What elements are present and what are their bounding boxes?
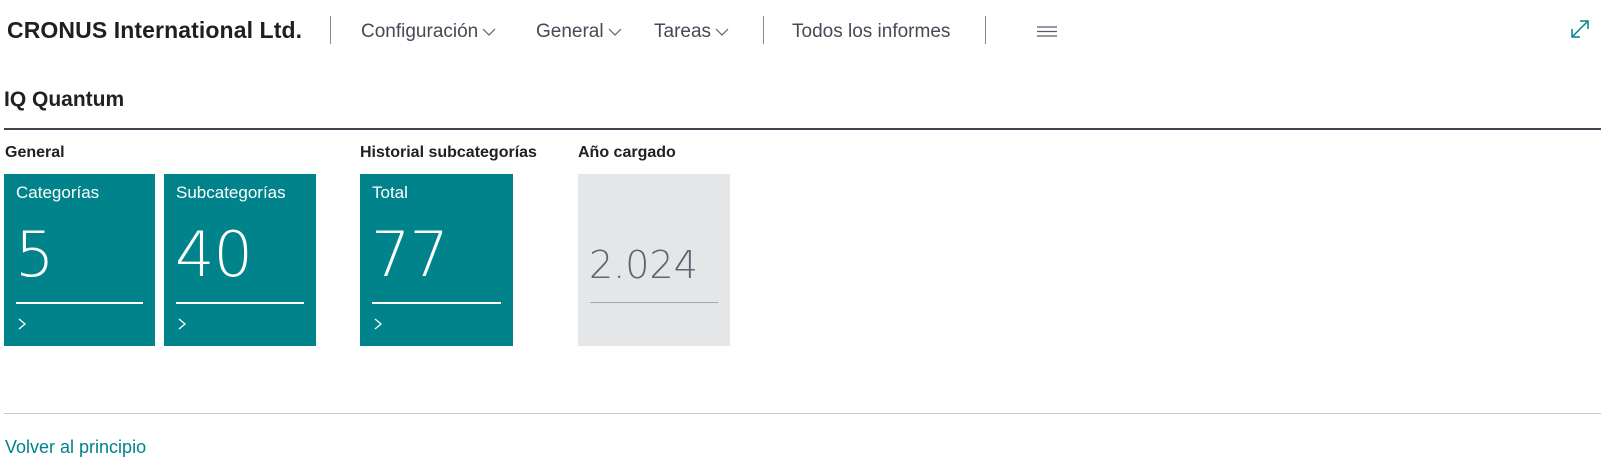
- role-center-page: CRONUS International Ltd. Configuración …: [0, 0, 1601, 471]
- nav-menu-label: General: [536, 21, 604, 42]
- expand-diagonal-icon[interactable]: [1569, 18, 1591, 40]
- tile-total[interactable]: Total 77: [360, 174, 513, 346]
- chevron-down-icon: [715, 28, 729, 36]
- title-divider: [4, 128, 1601, 130]
- nav-separator: [330, 16, 331, 44]
- chevron-down-icon: [608, 28, 622, 36]
- chevron-right-icon: [374, 318, 383, 330]
- nav-menu-label: Tareas: [654, 21, 712, 42]
- tile-divider: [372, 302, 501, 304]
- tile-label: Total: [372, 183, 408, 202]
- group-label-ano-cargado: Año cargado: [578, 144, 676, 161]
- nav-menu-label: Todos los informes: [792, 21, 951, 42]
- tile-value: 2.024: [589, 243, 698, 287]
- tile-categorias[interactable]: Categorías 5: [4, 174, 155, 346]
- nav-all-reports-link[interactable]: Todos los informes: [792, 21, 950, 43]
- footer-divider: [4, 413, 1601, 414]
- nav-menu-label: Configuración: [361, 21, 479, 42]
- tile-value: 5: [15, 218, 54, 291]
- tile-label: Categorías: [16, 183, 100, 202]
- tile-subcategorias[interactable]: Subcategorías 40: [164, 174, 316, 346]
- tile-divider: [590, 302, 718, 303]
- chevron-right-icon: [18, 318, 27, 330]
- group-label-historial-subcategorias: Historial subcategorías: [360, 144, 537, 161]
- tile-divider: [16, 302, 143, 304]
- back-to-top-link[interactable]: Volver al principio: [5, 437, 146, 458]
- nav-separator: [763, 16, 764, 44]
- tile-label: Subcategorías: [176, 183, 286, 202]
- tile-value: 40: [175, 218, 253, 291]
- tile-divider: [176, 302, 304, 304]
- page-title: IQ Quantum: [4, 88, 125, 111]
- company-name[interactable]: CRONUS International Ltd.: [7, 17, 302, 44]
- nav-menu-tareas[interactable]: Tareas: [654, 21, 729, 43]
- nav-menu-general[interactable]: General: [536, 21, 622, 43]
- navigation-bar: CRONUS International Ltd. Configuración …: [0, 0, 1601, 64]
- group-label-general: General: [5, 144, 65, 161]
- chevron-down-icon: [482, 28, 496, 36]
- tile-ano-cargado[interactable]: 2.024: [578, 174, 730, 346]
- hamburger-menu-icon[interactable]: [1036, 24, 1058, 40]
- nav-separator: [985, 16, 986, 44]
- tile-value: 77: [371, 218, 449, 291]
- chevron-right-icon: [178, 318, 187, 330]
- nav-menu-configuracion[interactable]: Configuración: [361, 21, 496, 43]
